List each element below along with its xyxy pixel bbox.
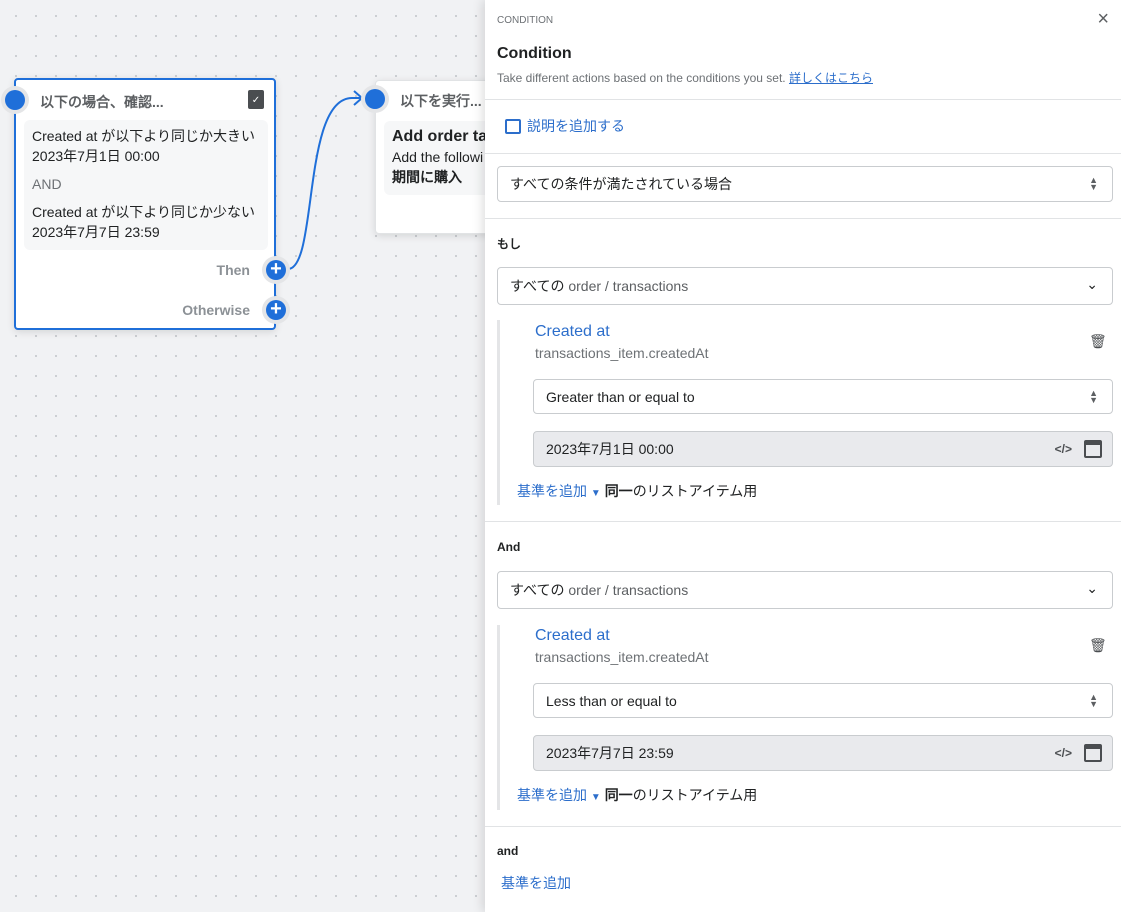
same-item-text: のリストアイテム用 bbox=[632, 787, 758, 803]
clipboard-check-icon: ✓ bbox=[248, 90, 264, 109]
trash-icon[interactable]: 🗑 bbox=[1089, 333, 1107, 350]
condition-node[interactable]: 以下の場合、確認... ✓ Created at が以下より同じか大きい 202… bbox=[1, 78, 290, 330]
operator-select[interactable]: Greater than or equal to ▲ ▼ bbox=[533, 379, 1113, 414]
criteria-rail bbox=[497, 625, 500, 810]
field-path: transactions_item.createdAt bbox=[535, 649, 709, 665]
node-title: 以下の場合、確認... bbox=[40, 94, 164, 110]
code-icon[interactable]: </> bbox=[1055, 442, 1072, 456]
scope-value: order / transactions bbox=[568, 278, 689, 294]
chevron-down-icon: ⌄ bbox=[1086, 276, 1098, 292]
panel-subtitle: Take different actions based on the cond… bbox=[497, 71, 786, 85]
add-criteria-button[interactable]: 基準を追加 bbox=[501, 873, 571, 893]
code-icon[interactable]: </> bbox=[1055, 746, 1072, 760]
input-value: 2023年7月1日 00:00 bbox=[546, 441, 674, 457]
node-conditions: Created at が以下より同じか大きい 2023年7月1日 00:00 A… bbox=[24, 120, 268, 250]
field-path: transactions_item.createdAt bbox=[535, 345, 709, 361]
group-label: And bbox=[497, 540, 521, 554]
input-value: 2023年7月7日 23:59 bbox=[546, 745, 674, 761]
node-title: 以下を実行... bbox=[400, 93, 482, 109]
field-name[interactable]: Created at bbox=[535, 627, 610, 645]
same-item-bold: 同一 bbox=[604, 483, 633, 499]
caret-down-icon[interactable]: ▼ bbox=[591, 792, 601, 803]
same-item-bold: 同一 bbox=[604, 787, 633, 803]
calendar-icon[interactable] bbox=[1084, 744, 1102, 762]
condition-value: 2023年7月1日 00:00 bbox=[32, 148, 160, 164]
add-description-button[interactable]: 説明を追加する bbox=[505, 116, 625, 136]
operator-select[interactable]: Less than or equal to ▲ ▼ bbox=[533, 683, 1113, 718]
panel-title: Condition bbox=[497, 45, 572, 62]
caret-down-icon[interactable]: ▼ bbox=[591, 488, 601, 499]
scope-prefix: すべての bbox=[510, 582, 565, 598]
then-label: Then bbox=[216, 262, 250, 278]
joiner: AND bbox=[32, 176, 62, 192]
scope-select[interactable]: すべての order / transactions ⌄ bbox=[497, 571, 1113, 609]
criteria-rail bbox=[497, 320, 500, 505]
add-criteria-dropdown[interactable]: 基準を追加 bbox=[517, 787, 587, 803]
add-criteria-dropdown[interactable]: 基準を追加 bbox=[517, 483, 587, 499]
scope-value: order / transactions bbox=[568, 582, 689, 598]
footer-label: and bbox=[497, 844, 519, 858]
select-arrows-icon: ▲ ▼ bbox=[1089, 691, 1098, 709]
date-value-input[interactable]: 2023年7月1日 00:00 </> bbox=[533, 431, 1113, 467]
condition-value: 2023年7月7日 23:59 bbox=[32, 224, 160, 240]
panel-eyebrow: CONDITION bbox=[497, 15, 554, 26]
calendar-icon[interactable] bbox=[1084, 440, 1102, 458]
select-arrows-icon: ▲ ▼ bbox=[1089, 387, 1098, 405]
condition-text: Created at が以下より同じか大きい bbox=[32, 128, 255, 144]
then-add-port[interactable]: + bbox=[262, 256, 290, 284]
date-value-input[interactable]: 2023年7月7日 23:59 </> bbox=[533, 735, 1113, 771]
otherwise-add-port[interactable]: + bbox=[262, 296, 290, 324]
field-name[interactable]: Created at bbox=[535, 323, 610, 341]
comment-edit-icon bbox=[505, 118, 521, 134]
otherwise-label: Otherwise bbox=[182, 302, 250, 318]
condition-text: Created at が以下より同じか少ない bbox=[32, 204, 255, 220]
same-item-text: のリストアイテム用 bbox=[632, 483, 758, 499]
input-port[interactable] bbox=[361, 85, 389, 113]
group-label: もし bbox=[497, 237, 522, 251]
select-value: Greater than or equal to bbox=[546, 388, 695, 405]
add-description-label: 説明を追加する bbox=[527, 118, 625, 134]
scope-select[interactable]: すべての order / transactions ⌄ bbox=[497, 267, 1113, 305]
select-value: Less than or equal to bbox=[546, 692, 677, 709]
input-port[interactable] bbox=[1, 86, 29, 114]
select-arrows-icon: ▲ ▼ bbox=[1089, 175, 1098, 192]
trash-icon[interactable]: 🗑 bbox=[1089, 637, 1107, 654]
match-type-select[interactable]: すべての条件が満たされている場合 ▲ ▼ bbox=[497, 166, 1113, 202]
close-icon[interactable]: × bbox=[1097, 8, 1109, 31]
condition-panel: CONDITION × Condition Take different act… bbox=[485, 0, 1121, 912]
scope-prefix: すべての bbox=[510, 278, 565, 294]
learn-more-link[interactable]: 詳しくはこちら bbox=[789, 71, 873, 85]
chevron-down-icon: ⌄ bbox=[1086, 580, 1098, 596]
select-value: すべての条件が満たされている場合 bbox=[510, 176, 733, 192]
